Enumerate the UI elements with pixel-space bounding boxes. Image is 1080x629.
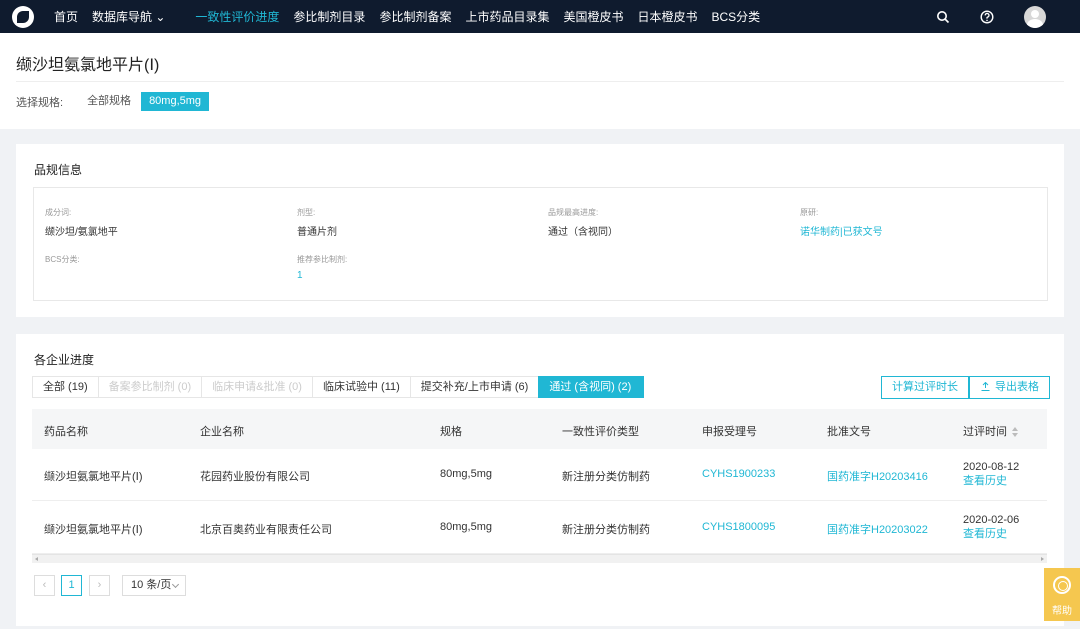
info-value: 普通片剂 [297,227,337,238]
help-widget[interactable]: 帮助 [1044,568,1080,621]
info-label: BCS分类: [45,255,80,264]
info-value: 缬沙坦/氨氯地平 [45,227,118,238]
page-header: 缬沙坦氨氯地平片(Ⅰ) 选择规格: 全部规格 80mg,5mg [0,33,1080,129]
user-avatar[interactable] [1024,5,1046,28]
company-progress-title: 各企业进度 [34,353,95,367]
approval-no-link[interactable]: 国药准字H20203022 [827,521,928,537]
col-review-date[interactable]: 过评时间 [963,423,1018,439]
tab-clinical-application: 临床申请&批准 (0) [201,376,313,398]
accept-no-link[interactable]: CYHS1900233 [702,468,775,480]
help-circle-icon[interactable] [980,9,994,24]
cell-review-date: 2020-02-06 查看历史 [963,513,1019,541]
cell-company: 北京百奥药业有限责任公司 [200,524,332,536]
col-evaluation-type: 一致性评价类型 [562,426,639,438]
nav-reference-catalog[interactable]: 参比制剂目录 [293,8,365,25]
cell-company: 花园药业股份有限公司 [200,471,310,483]
review-date: 2020-08-12 [963,461,1020,473]
scroll-left-arrow[interactable] [35,557,38,561]
spec-option-80mg-5mg[interactable]: 80mg,5mg [141,92,210,111]
col-review-date-label: 过评时间 [963,426,1007,438]
nav-home[interactable]: 首页 [54,8,78,25]
status-tabs: 全部 (19) 备案参比制剂 (0) 临床申请&批准 (0) 临床试验中 (11… [32,376,645,398]
view-history-link[interactable]: 查看历史 [963,474,1019,488]
cell-spec: 80mg,5mg [440,468,492,480]
calc-review-time-button[interactable]: 计算过评时长 [881,376,969,399]
prev-page-button[interactable]: ‹ [34,575,55,596]
info-ingredient: 成分词: 缬沙坦/氨氯地平 [45,207,118,238]
help-label: 帮助 [1052,606,1072,617]
info-label: 剂型: [297,208,316,217]
info-originator: 原研: 诺华制药|已获文号 [800,207,883,238]
spec-option-all[interactable]: 全部规格 [79,92,139,111]
cell-spec: 80mg,5mg [440,521,492,533]
page-size-select[interactable]: 10 条/页 [122,575,186,596]
review-date: 2020-02-06 [963,514,1020,526]
spec-info-card: 品规信息 成分词: 缬沙坦/氨氯地平 剂型: 普通片剂 品规最高进度: 通过（含… [16,144,1064,317]
cell-review-date: 2020-08-12 查看历史 [963,460,1019,488]
chevron-down-icon [171,580,180,589]
header-divider [16,81,1064,82]
cell-type: 新注册分类仿制药 [562,471,650,483]
search-icon[interactable] [936,10,950,24]
logo[interactable] [12,5,34,28]
nav-reference-filing[interactable]: 参比制剂备案 [379,8,451,25]
col-drug-name: 药品名称 [44,426,88,438]
nav-consistency-progress[interactable]: 一致性评价进度 [195,8,279,25]
top-navbar: 首页 数据库导航 ⌄ 一致性评价进度 参比制剂目录 参比制剂备案 上市药品目录集… [0,0,1080,33]
info-recommended-reference: 推荐参比制剂: 1 [297,254,347,281]
page-size-label: 10 条/页 [131,579,172,591]
spec-info-title: 品规信息 [34,163,83,177]
page-1-button[interactable]: 1 [61,575,82,596]
tab-passed[interactable]: 通过 (含视同) (2) [538,376,645,398]
cell-type: 新注册分类仿制药 [562,524,650,536]
tab-reference-filing: 备案参比制剂 (0) [97,376,203,398]
nav-database-dropdown[interactable]: 数据库导航 ⌄ [92,8,165,25]
table-horizontal-scrollbar[interactable] [32,554,1047,563]
tab-clinical-trial[interactable]: 临床试验中 (11) [311,376,411,398]
col-approval-no: 批准文号 [827,426,871,438]
tab-submitted[interactable]: 提交补充/上市申请 (6) [409,376,540,398]
info-label: 品规最高进度: [548,208,599,217]
col-company: 企业名称 [200,426,244,438]
scroll-right-arrow[interactable] [1041,557,1044,561]
table-header: 药品名称 企业名称 规格 一致性评价类型 申报受理号 批准文号 过评时间 [32,409,1047,449]
info-label: 推荐参比制剂: [297,255,348,264]
export-table-button[interactable]: 导出表格 [969,376,1050,399]
avatar-body [1027,18,1043,28]
col-spec: 规格 [440,426,462,438]
nav-us-orange-book[interactable]: 美国橙皮书 [563,8,623,25]
view-history-link[interactable]: 查看历史 [963,527,1019,541]
originator-link[interactable]: 诺华制药|已获文号 [800,223,883,238]
upload-icon [981,381,990,391]
cell-drug-name: 缬沙坦氨氯地平片(Ⅰ) [44,471,143,483]
approval-no-link[interactable]: 国药准字H20203416 [827,468,928,484]
logo-mark [17,10,29,23]
col-accept-no: 申报受理号 [702,426,757,438]
spec-label: 选择规格: [16,96,64,109]
cell-drug-name: 缬沙坦氨氯地平片(Ⅰ) [44,524,143,536]
table-row: 缬沙坦氨氯地平片(Ⅰ) 北京百奥药业有限责任公司 80mg,5mg 新注册分类仿… [32,502,1047,554]
spec-selector: 选择规格: 全部规格 80mg,5mg [16,92,211,111]
table-row: 缬沙坦氨氯地平片(Ⅰ) 花园药业股份有限公司 80mg,5mg 新注册分类仿制药… [32,449,1047,501]
page-title: 缬沙坦氨氯地平片(Ⅰ) [16,57,160,74]
info-value: 通过（含视同） [548,227,618,238]
nav-jp-orange-book[interactable]: 日本橙皮书 [637,8,697,25]
nav-listed-drugs[interactable]: 上市药品目录集 [465,8,549,25]
info-label: 成分词: [45,208,72,217]
info-dosage-form: 剂型: 普通片剂 [297,207,337,238]
recommended-reference-link[interactable]: 1 [297,270,347,281]
help-icon [1053,576,1071,594]
export-table-label: 导出表格 [995,381,1039,393]
info-highest-progress: 品规最高进度: 通过（含视同） [548,207,618,238]
sort-icon[interactable] [1012,427,1018,438]
avatar-head [1031,9,1039,18]
nav-bcs[interactable]: BCS分类 [712,8,761,25]
next-page-button[interactable]: › [89,575,110,596]
info-bcs: BCS分类: [45,254,80,270]
tab-all[interactable]: 全部 (19) [32,376,99,398]
accept-no-link[interactable]: CYHS1800095 [702,521,775,533]
spec-info-box: 成分词: 缬沙坦/氨氯地平 剂型: 普通片剂 品规最高进度: 通过（含视同） 原… [33,187,1048,301]
info-label: 原研: [800,208,819,217]
